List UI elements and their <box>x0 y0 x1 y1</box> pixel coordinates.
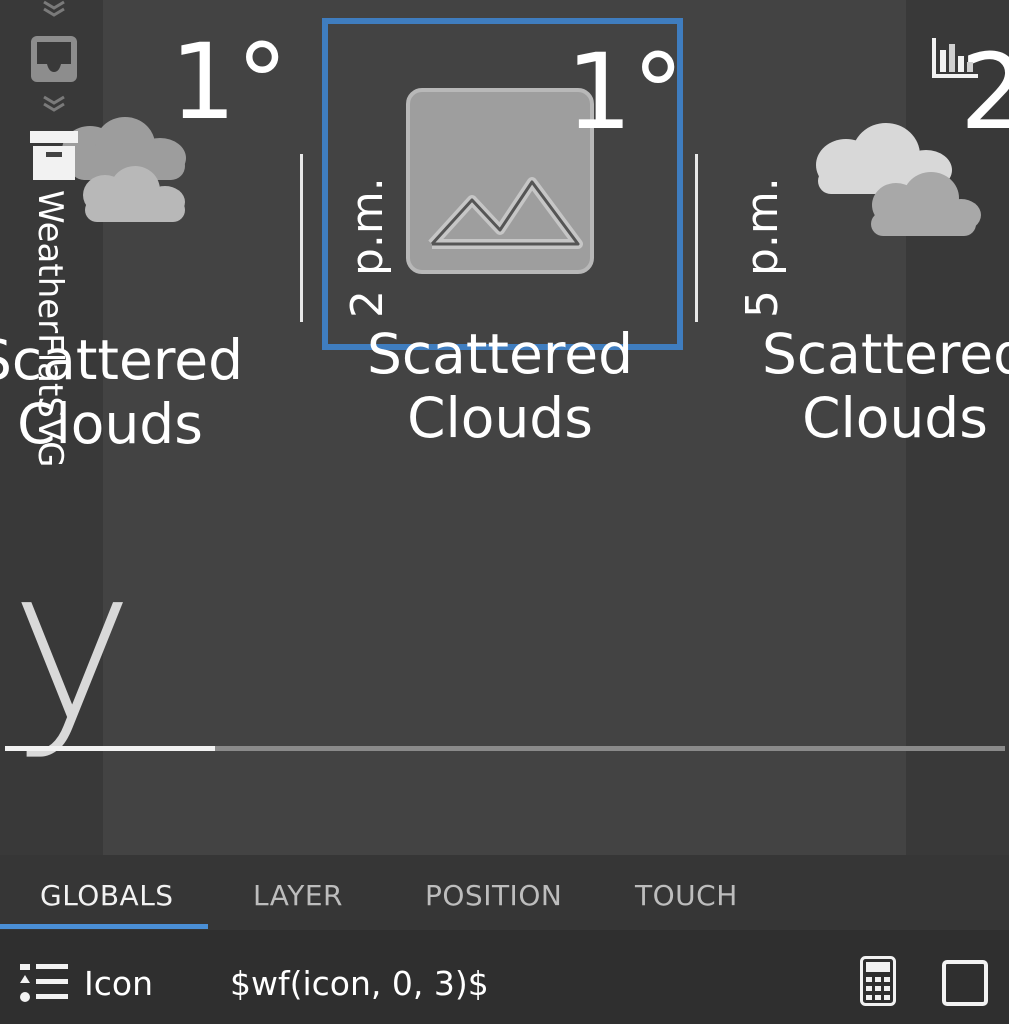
slider-fill <box>5 746 215 751</box>
bar-chart-icon[interactable] <box>930 36 980 80</box>
slider-track[interactable] <box>5 746 1005 751</box>
divider-right <box>695 154 698 322</box>
calculator-icon[interactable] <box>860 956 896 1006</box>
divider-left <box>300 154 303 322</box>
center-condition-line2: Clouds <box>407 386 593 450</box>
right-time: 5 p.m. <box>737 177 788 318</box>
checkbox-icon[interactable] <box>942 960 988 1006</box>
tab-bar: GLOBALS LAYER POSITION TOUCH <box>0 855 1009 930</box>
center-condition: Scattered Clouds <box>335 322 665 450</box>
list-icon <box>20 964 68 1002</box>
preview-canvas[interactable]: 1° Scattered Clouds 2 p.m. 1° Scattered … <box>0 0 1009 855</box>
tab-globals[interactable]: GLOBALS <box>40 879 174 912</box>
large-text-preview: y <box>10 522 135 767</box>
layer-name-label: WeatherFlatSVG <box>30 190 70 468</box>
right-condition: Scattered Clouds <box>730 322 1009 450</box>
right-condition-line2: Clouds <box>802 386 988 450</box>
selection-frame[interactable] <box>322 18 683 350</box>
tab-active-indicator <box>0 924 208 929</box>
right-condition-line1: Scattered <box>762 322 1009 386</box>
property-name: Icon <box>84 964 153 1003</box>
clouds-icon-right <box>816 123 981 236</box>
property-row[interactable]: Icon $wf(icon, 0, 3)$ <box>0 930 1009 1024</box>
archive-icon[interactable] <box>29 130 79 182</box>
double-chevron-down-icon-2 <box>43 95 65 112</box>
property-value[interactable]: $wf(icon, 0, 3)$ <box>230 964 489 1003</box>
inbox-icon[interactable] <box>29 34 79 84</box>
double-chevron-down-icon <box>43 0 65 17</box>
tab-position[interactable]: POSITION <box>425 879 562 912</box>
center-condition-line1: Scattered <box>367 322 633 386</box>
tab-touch[interactable]: TOUCH <box>635 879 738 912</box>
tab-layer[interactable]: LAYER <box>253 879 343 912</box>
